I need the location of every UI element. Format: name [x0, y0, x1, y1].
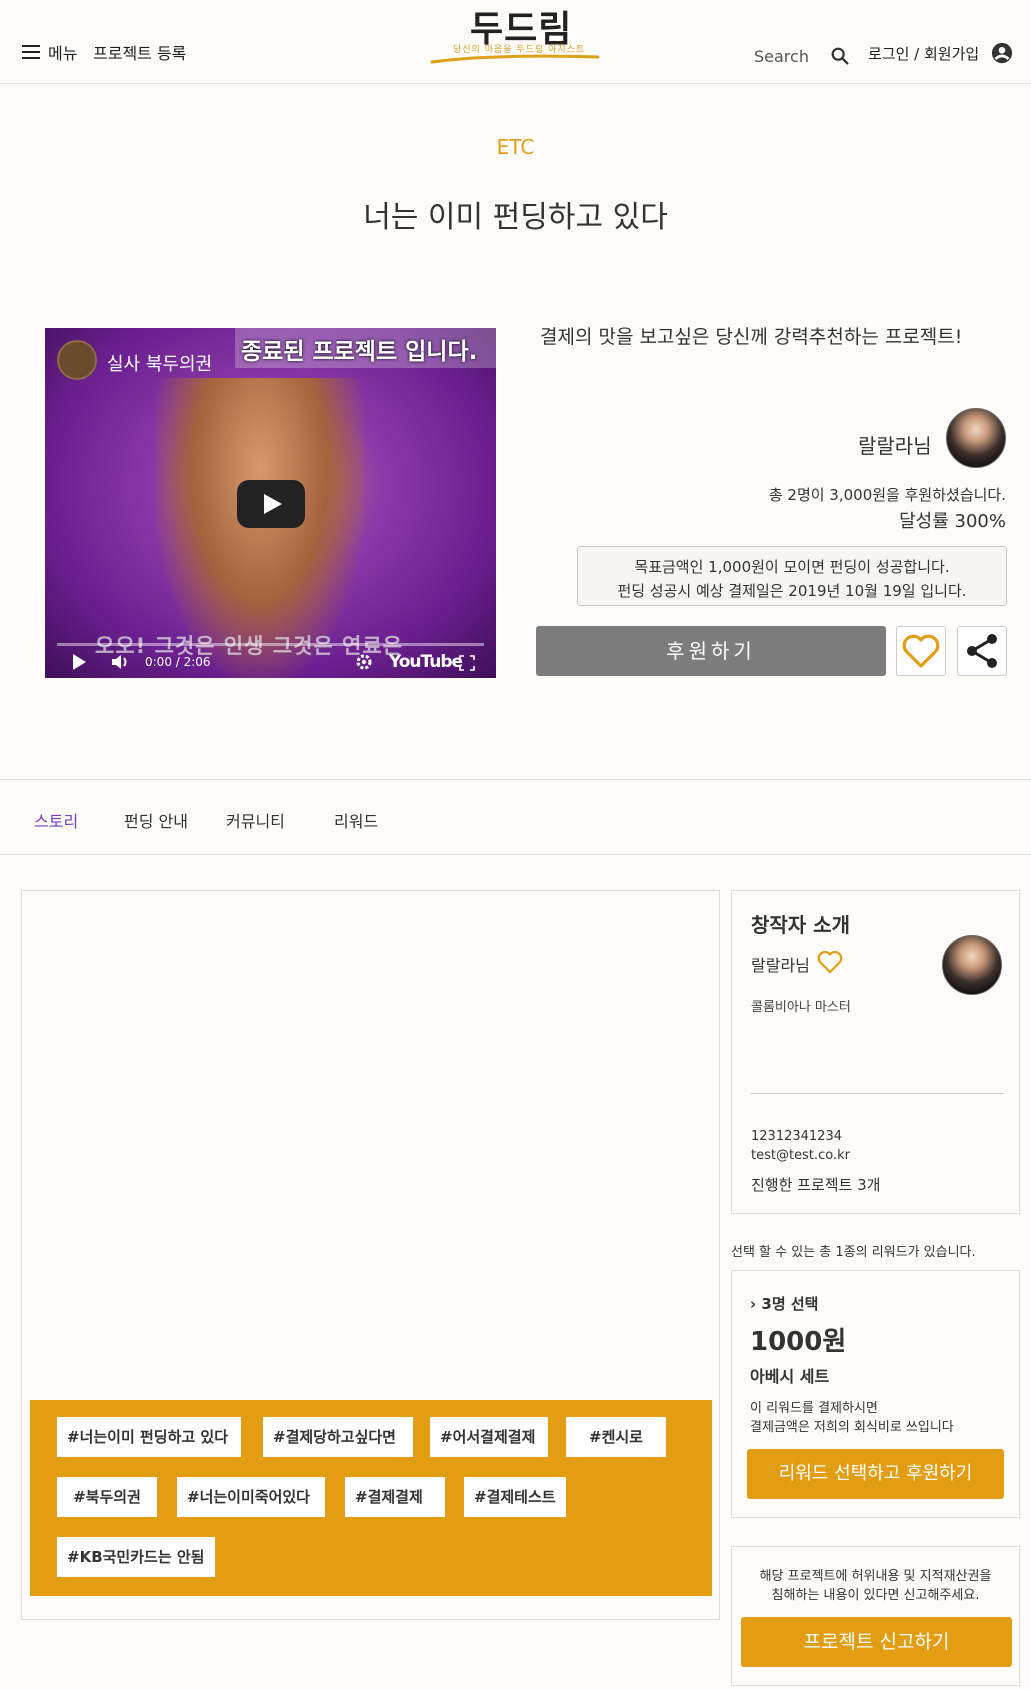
funding-notice-goal: 목표금액인 1,000원이 모이면 펀딩이 성공합니다. [634, 558, 950, 576]
reward-count-text: 선택 할 수 있는 총 1종의 리워드가 있습니다. [731, 1245, 976, 1260]
tag-item[interactable]: #결제당하고싶다면 [263, 1417, 413, 1457]
support-summary: 총 2명이 3,000원을 후원하셨습니다. [768, 486, 1006, 504]
volume-icon[interactable] [111, 654, 131, 670]
creator-role: 콜롬비아나 마스터 [751, 1000, 851, 1015]
share-icon [967, 634, 997, 668]
like-button[interactable] [896, 626, 946, 676]
tab-community[interactable]: 커뮤니티 [226, 808, 285, 832]
creator-card-avatar[interactable] [942, 935, 1002, 995]
reward-description: 이 리워드를 결제하시면 [750, 1401, 878, 1416]
logo-brush-stroke [430, 54, 600, 64]
report-notice: 침해하는 내용이 있다면 신고해주세요. [771, 1588, 980, 1603]
divider [751, 1093, 1004, 1094]
tag-list: #너는이미 펀딩하고 있다 #결제당하고싶다면 #어서결제결제 #켄시로 #북두… [30, 1400, 712, 1596]
tag-item[interactable]: #결제결제 [345, 1477, 445, 1517]
tag-item[interactable]: #KB국민카드는 안됨 [57, 1537, 215, 1577]
project-tabs: 스토리 펀딩 안내 커뮤니티 리워드 [0, 779, 1031, 855]
report-notice: 해당 프로젝트에 허위내용 및 지적재산권을 [759, 1569, 992, 1584]
support-button[interactable]: 후원하기 [536, 626, 886, 676]
creator-email: test@test.co.kr [751, 1148, 850, 1163]
video-channel-avatar[interactable] [57, 340, 97, 380]
video-controls: 0:00 / 2:06 YouTube [45, 646, 496, 678]
search-label[interactable]: Search [754, 47, 809, 66]
reward-description: 결제금액은 저희의 회식비로 쓰입니다 [750, 1420, 954, 1435]
creator-phone: 12312341234 [751, 1129, 842, 1144]
video-time: 0:00 / 2:06 [145, 655, 211, 669]
funding-notice-date: 펀딩 성공시 예상 결제일은 2019년 10월 19일 입니다. [617, 582, 967, 600]
tag-item[interactable]: #너는이미 펀딩하고 있다 [57, 1417, 241, 1457]
creator-card-name[interactable]: 랄랄라님 [751, 952, 810, 976]
register-project-link[interactable]: 프로젝트 등록 [93, 40, 186, 64]
play-icon[interactable] [73, 654, 86, 670]
project-title: 너는 이미 펀딩하고 있다 [363, 200, 668, 235]
site-logo[interactable]: 두드림 당신의 마음을 두드림 아지스트 [425, 0, 625, 70]
reward-card[interactable]: › 3명 선택 1000원 아베시 세트 이 리워드를 결제하시면 결제금액은 … [731, 1270, 1020, 1518]
reward-selected-count-text: 3명 선택 [761, 1295, 819, 1313]
video-play-button[interactable] [237, 480, 305, 528]
share-button[interactable] [957, 626, 1007, 676]
login-signup-link[interactable]: 로그인 / 회원가입 [868, 43, 979, 64]
achievement-rate: 달성률 300% [899, 511, 1006, 532]
creator-card: 창작자 소개 랄랄라님 콜롬비아나 마스터 12312341234 test@t… [731, 890, 1020, 1214]
tab-funding-guide[interactable]: 펀딩 안내 [124, 808, 188, 832]
search-icon[interactable] [829, 45, 851, 67]
report-card: 해당 프로젝트에 허위내용 및 지적재산권을 침해하는 내용이 있다면 신고해주… [731, 1546, 1020, 1686]
tab-rewards[interactable]: 리워드 [334, 808, 378, 832]
project-tagline: 결제의 맛을 보고싶은 당신께 강력추천하는 프로젝트! [540, 326, 963, 348]
creator-project-count: 진행한 프로젝트 3개 [751, 1176, 881, 1194]
youtube-logo[interactable]: YouTube [389, 652, 463, 672]
menu-label: 메뉴 [48, 44, 78, 63]
reward-selected-count: › 3명 선택 [750, 1295, 819, 1313]
fullscreen-icon[interactable] [459, 655, 475, 671]
tag-item[interactable]: #켄시로 [566, 1417, 666, 1457]
creator-avatar[interactable] [946, 408, 1006, 468]
tag-item[interactable]: #북두의권 [57, 1477, 157, 1517]
menu-button[interactable]: 메뉴 [22, 40, 77, 64]
video-player[interactable]: 실사 북두의권 종료된 프로젝트 입니다. 오오! 그것은 인생 그것은 연료은… [45, 328, 496, 678]
funding-notice: 목표금액인 1,000원이 모이면 펀딩이 성공합니다. 펀딩 성공시 예상 결… [577, 546, 1007, 606]
creator-name[interactable]: 랄랄라님 [858, 430, 932, 459]
video-channel-name[interactable]: 실사 북두의권 [107, 350, 212, 376]
tag-item[interactable]: #너는이미죽어있다 [177, 1477, 325, 1517]
user-account-icon[interactable] [991, 42, 1013, 64]
tag-item[interactable]: #결제테스트 [464, 1477, 566, 1517]
reward-price: 1000원 [750, 1327, 847, 1357]
heart-icon [902, 634, 940, 668]
creator-card-title: 창작자 소개 [751, 913, 850, 937]
reward-name: 아베시 세트 [750, 1367, 830, 1386]
follow-heart-icon[interactable] [817, 949, 843, 975]
select-reward-button[interactable]: 리워드 선택하고 후원하기 [747, 1449, 1004, 1499]
tag-item[interactable]: #어서결제결제 [430, 1417, 548, 1457]
site-header: 메뉴 프로젝트 등록 두드림 당신의 마음을 두드림 아지스트 Search 로… [0, 0, 1031, 84]
hamburger-icon [22, 45, 40, 59]
project-ended-banner: 종료된 프로젝트 입니다. [235, 328, 496, 368]
project-category: ETC [496, 135, 535, 159]
report-project-button[interactable]: 프로젝트 신고하기 [741, 1617, 1012, 1667]
settings-gear-icon[interactable] [355, 653, 373, 671]
tab-story[interactable]: 스토리 [34, 808, 78, 832]
